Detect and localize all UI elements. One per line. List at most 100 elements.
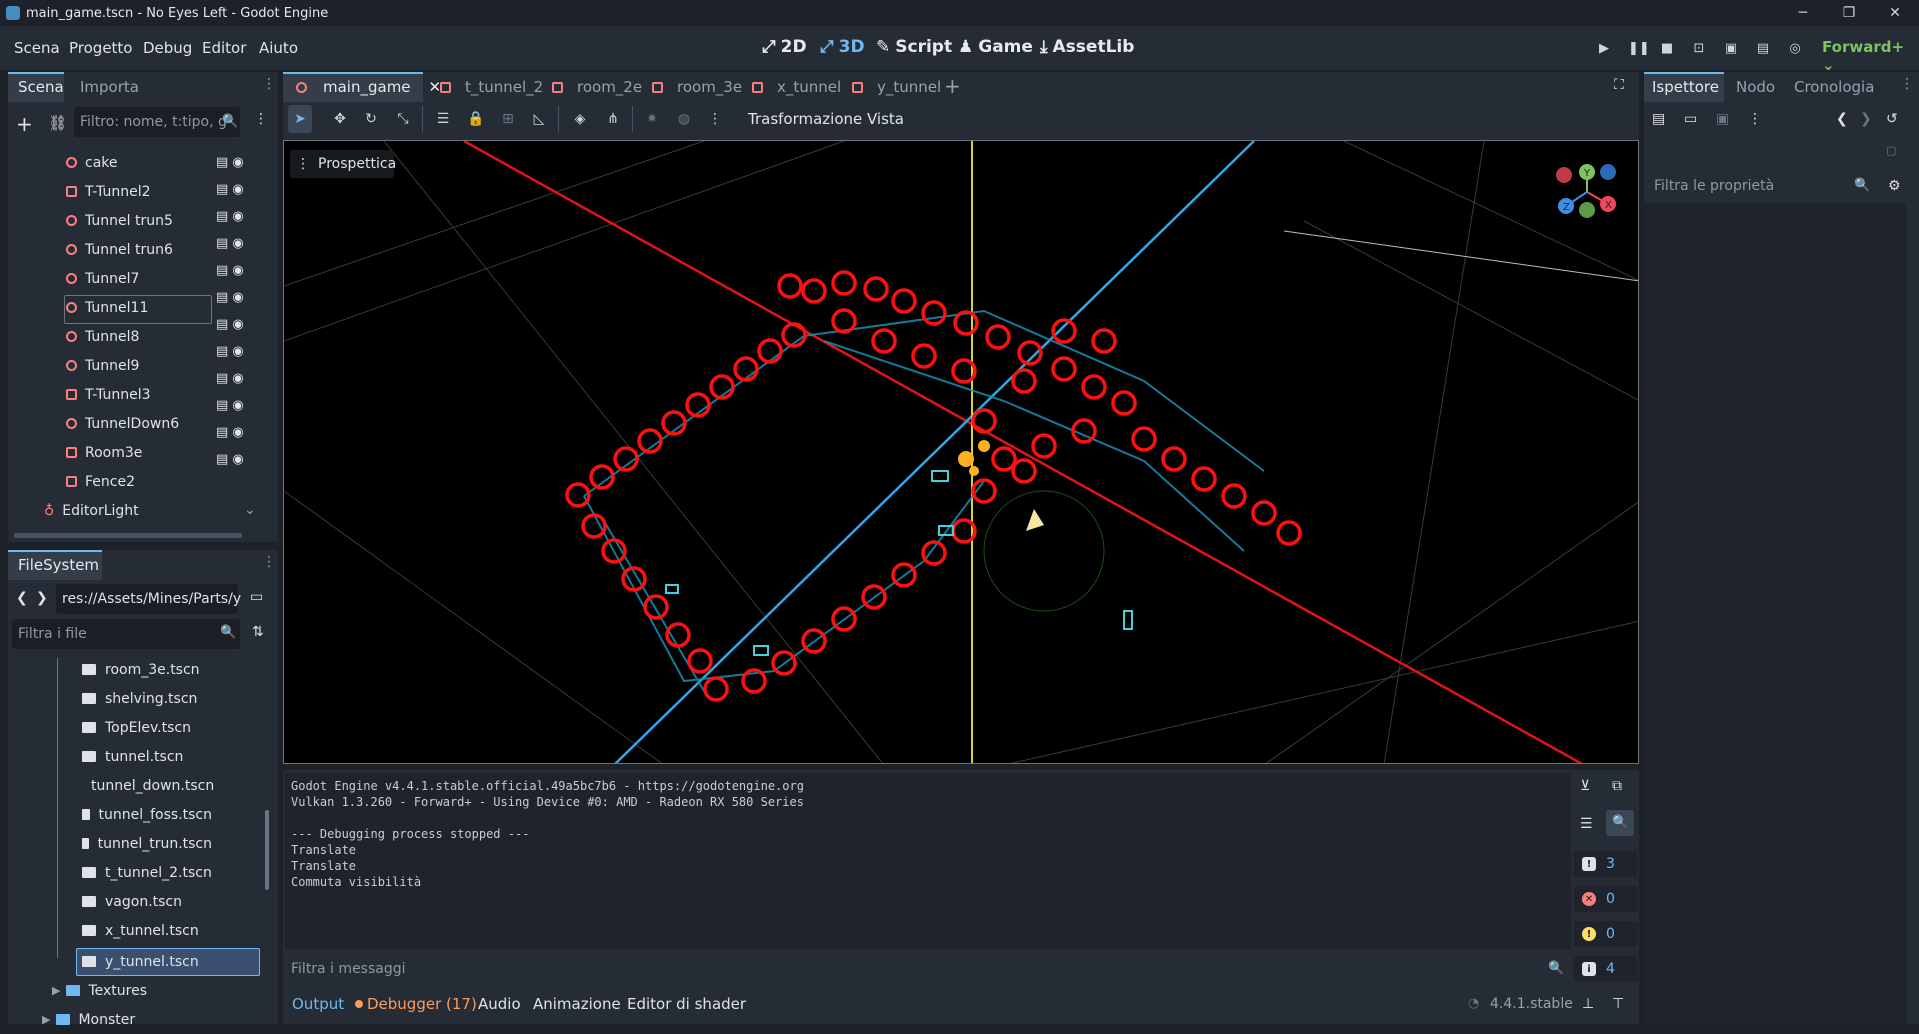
tab-filesystem[interactable]: FileSystem: [18, 556, 99, 574]
snap-icon[interactable]: ⋔: [604, 110, 622, 128]
clear-log-icon[interactable]: ⊻: [1580, 778, 1590, 794]
bottom-tab-output[interactable]: Output: [292, 995, 344, 1013]
scene-options-icon[interactable]: ⋮: [254, 111, 268, 127]
search-toggle-icon[interactable]: 🔍: [1612, 815, 1628, 830]
dock-menu-icon[interactable]: ⋮: [262, 554, 276, 570]
tree-node[interactable]: Tunnel trun5: [10, 206, 220, 235]
tree-node[interactable]: Room3e: [10, 438, 220, 467]
link-icon[interactable]: ⛓: [48, 114, 67, 132]
new-resource-icon[interactable]: ▤: [1652, 111, 1665, 127]
scene-tab[interactable]: room_3e: [652, 78, 742, 96]
group-icon[interactable]: ⊞: [499, 110, 517, 128]
filter-errors-toggle[interactable]: ✕ 0: [1574, 886, 1638, 912]
close-window-icon[interactable]: ✕: [1872, 0, 1918, 26]
back-icon[interactable]: ❮: [16, 590, 28, 606]
file-item[interactable]: tunnel_foss.tscn: [12, 800, 212, 829]
view-menu[interactable]: Vista: [867, 110, 904, 128]
menu-debug[interactable]: Debug: [143, 39, 192, 57]
menu-scene[interactable]: Scena: [14, 39, 60, 57]
tree-node[interactable]: T-Tunnel3: [10, 380, 220, 409]
filesystem-scrollbar[interactable]: [265, 810, 269, 890]
select-tool-icon[interactable]: ➤: [291, 110, 309, 128]
add-node-icon[interactable]: +: [16, 112, 33, 136]
viewport-3d[interactable]: [283, 140, 1639, 764]
sort-icon[interactable]: ⇅: [252, 624, 264, 640]
more-options-icon[interactable]: ⋮: [706, 110, 724, 128]
filter-messages-input[interactable]: Filtra i messaggi: [285, 954, 1571, 984]
filter-warnings-toggle[interactable]: ! 0: [1574, 921, 1638, 947]
bottom-tab-shader-editor[interactable]: Editor di shader: [627, 995, 746, 1013]
file-item[interactable]: t_tunnel_2.tscn: [12, 858, 212, 887]
sun-icon[interactable]: ✷: [643, 110, 661, 128]
tab-scene[interactable]: Scena: [18, 78, 64, 96]
minimize-icon[interactable]: ─: [1780, 0, 1826, 26]
copy-icon[interactable]: ⧉: [1612, 778, 1622, 794]
play-scene-icon[interactable]: ▣: [1723, 42, 1739, 56]
object-history-icon[interactable]: ↺: [1886, 111, 1898, 127]
history-back-icon[interactable]: ❮: [1836, 111, 1848, 127]
file-item[interactable]: tunnel_down.tscn: [12, 771, 214, 800]
list-select-icon[interactable]: ☰: [434, 110, 452, 128]
mode-2d-button[interactable]: ⤢ 2D: [762, 37, 807, 57]
tab-inspector[interactable]: Ispettore: [1652, 78, 1719, 96]
forward-icon[interactable]: ❯: [36, 590, 48, 606]
move-tool-icon[interactable]: ✥: [331, 110, 349, 128]
bottom-tab-debugger[interactable]: Debugger (17): [367, 995, 477, 1013]
tab-history[interactable]: Cronologia: [1794, 78, 1874, 96]
pause-icon[interactable]: ❚❚: [1628, 42, 1650, 56]
chevron-down-icon[interactable]: ⌄: [244, 502, 256, 518]
tree-node[interactable]: ♁ EditorLight: [10, 496, 220, 525]
bottom-tab-animation[interactable]: Animazione: [533, 995, 621, 1013]
scene-filter-input[interactable]: Filtro: nome, t:tipo, g: [74, 107, 240, 137]
mode-assetlib-button[interactable]: ⤓ AssetLib: [1040, 37, 1134, 57]
scene-tab[interactable]: room_2e: [552, 78, 642, 96]
dock-menu-icon[interactable]: ⋮: [1900, 76, 1914, 92]
distraction-free-icon[interactable]: ⛶: [1614, 77, 1624, 93]
filter-messages-toggle[interactable]: ! 3: [1574, 851, 1638, 877]
dock-menu-icon[interactable]: ⋮: [262, 76, 276, 92]
maximize-icon[interactable]: ❐: [1826, 0, 1872, 26]
scale-tool-icon[interactable]: ⤡: [394, 110, 412, 128]
scene-tab[interactable]: x_tunnel: [752, 78, 841, 96]
filter-info-toggle[interactable]: i4: [1574, 956, 1638, 982]
bottom-tab-audio[interactable]: Audio: [478, 995, 521, 1013]
file-item[interactable]: tunnel.tscn: [12, 742, 212, 771]
tree-node[interactable]: Tunnel8: [10, 322, 220, 351]
tree-node[interactable]: Fence2: [10, 467, 220, 496]
tree-node[interactable]: Tunnel7: [10, 264, 220, 293]
expand-panel-icon[interactable]: ⊤: [1612, 996, 1624, 1012]
add-tab-icon[interactable]: +: [944, 74, 961, 98]
history-forward-icon[interactable]: ❯: [1860, 111, 1872, 127]
file-item[interactable]: x_tunnel.tscn: [12, 916, 212, 945]
renderer-select[interactable]: Forward+ ⌄: [1822, 38, 1919, 74]
play-icon[interactable]: ▶: [1596, 42, 1612, 56]
file-item[interactable]: room_3e.tscn: [12, 655, 212, 684]
menu-help[interactable]: Aiuto: [259, 39, 298, 57]
tree-node[interactable]: T-Tunnel2: [10, 177, 220, 206]
menu-editor[interactable]: Editor: [202, 39, 246, 57]
movie-maker-icon[interactable]: ◎: [1787, 42, 1803, 56]
mode-game-button[interactable]: ♟ Game: [958, 37, 1033, 57]
folder-item[interactable]: ▶ Monster: [12, 1005, 212, 1034]
scene-tab[interactable]: y_tunnel: [852, 78, 941, 96]
pin-icon[interactable]: ⊥: [1582, 996, 1594, 1012]
mode-script-button[interactable]: ✎ Script: [876, 37, 952, 57]
property-options-icon[interactable]: ⚙: [1888, 178, 1901, 194]
play-custom-scene-icon[interactable]: ▤: [1755, 42, 1771, 56]
save-resource-icon[interactable]: ▣: [1716, 111, 1729, 127]
version-label[interactable]: 4.4.1.stable: [1490, 996, 1573, 1012]
path-input[interactable]: res://Assets/Mines/Parts/y: [56, 584, 241, 614]
file-item[interactable]: tunnel_trun.tscn: [12, 829, 212, 858]
stop-icon[interactable]: ■: [1659, 42, 1675, 56]
perspective-menu[interactable]: ⋮ Prospettica: [290, 150, 396, 178]
ruler-icon[interactable]: ◺: [530, 110, 548, 128]
doc-icon[interactable]: ▢: [1886, 144, 1896, 157]
folder-item[interactable]: ▶ Textures: [12, 976, 212, 1005]
tab-node[interactable]: Nodo: [1736, 78, 1775, 96]
scene-tab[interactable]: t_tunnel_2: [440, 78, 543, 96]
toggle-split-icon[interactable]: ▭: [250, 589, 263, 605]
scene-tab-main-game[interactable]: main_game ✕: [296, 78, 441, 96]
load-resource-icon[interactable]: ▭: [1684, 111, 1697, 127]
local-space-icon[interactable]: ◈: [571, 110, 589, 128]
tree-node-selected[interactable]: Tunnel11: [10, 293, 220, 322]
